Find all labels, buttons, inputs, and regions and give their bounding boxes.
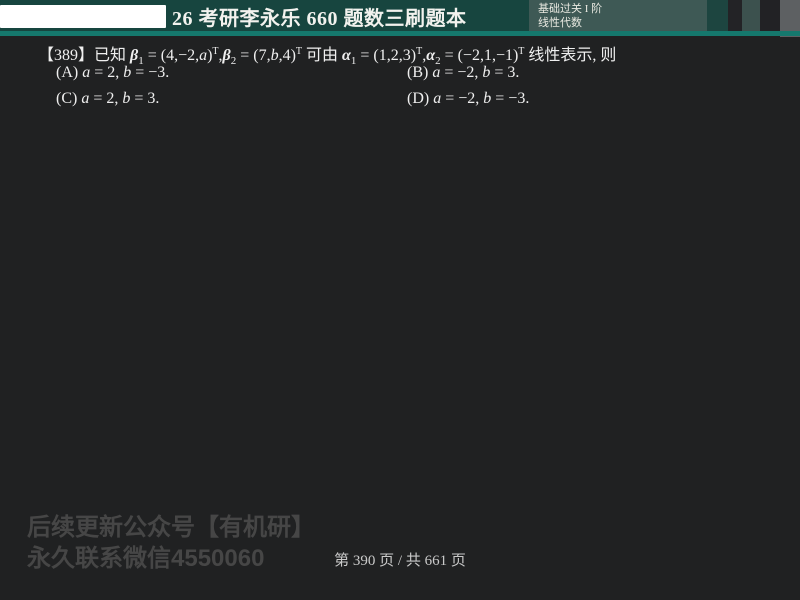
option-value: = 2, [89, 90, 123, 107]
option-label: (B) [407, 64, 433, 81]
option-value: = 3. [490, 64, 520, 81]
question-text-part: = (7, [236, 47, 271, 64]
option-value: = −3. [491, 90, 530, 107]
option-d: (D) a = −2, b = −3. [407, 90, 529, 108]
header-accent-line [0, 31, 800, 36]
book-title: 26 考研李永乐 660 题数三刷题本 [172, 8, 467, 30]
question-text-part: β [130, 47, 139, 64]
question-text-part: ,4) [278, 47, 296, 64]
option-c: (C) a = 2, b = 3. [56, 90, 159, 108]
book-page: 26 考研李永乐 660 题数三刷题本 基础过关 I 阶 线性代数 【389】已… [0, 0, 800, 600]
option-value: = −2, [441, 90, 484, 107]
question-text-part: 可由 [302, 47, 343, 64]
options-block: (A) a = 2, b = −3. (B) a = −2, b = 3. (C… [0, 64, 800, 124]
option-b: (B) a = −2, b = 3. [407, 64, 519, 82]
decorative-bar [760, 0, 780, 31]
option-value: = −3. [131, 64, 170, 81]
question-text-part: α [426, 47, 436, 64]
question-text-part: a [199, 47, 208, 64]
question-text-part: 线性表示, 则 [524, 47, 617, 64]
question-text-part: = (1,2,3) [356, 47, 417, 64]
badge-subject-label: 线性代数 [538, 17, 582, 29]
chapter-badge: 基础过关 I 阶 线性代数 [529, 0, 707, 31]
option-value: = −2, [440, 64, 483, 81]
watermark-line1: 后续更新公众号【有机研】 [27, 514, 315, 541]
question-number: 【389】已知 [38, 47, 131, 64]
option-a: (A) a = 2, b = −3. [56, 64, 169, 82]
question-text-part: β [222, 47, 231, 64]
question-text-part: = (4,−2, [143, 47, 200, 64]
option-value: = 2, [90, 64, 124, 81]
option-label: (A) [56, 64, 83, 81]
question-text-part: = (−2,1,−1) [440, 47, 519, 64]
option-value: = 3. [130, 90, 160, 107]
question-text-part: α [342, 47, 351, 64]
option-label: (D) [407, 90, 434, 107]
decorative-bar [742, 0, 760, 31]
decorative-bar [728, 0, 742, 31]
question-text-part: b [270, 47, 279, 64]
decorative-bar [707, 0, 728, 31]
redaction-box [0, 5, 166, 28]
header-bar: 26 考研李永乐 660 题数三刷题本 基础过关 I 阶 线性代数 [0, 0, 800, 37]
badge-stage-label: 基础过关 I 阶 [538, 3, 603, 15]
option-label: (C) [56, 90, 82, 107]
page-indicator: 第 390 页 / 共 661 页 [334, 553, 466, 569]
